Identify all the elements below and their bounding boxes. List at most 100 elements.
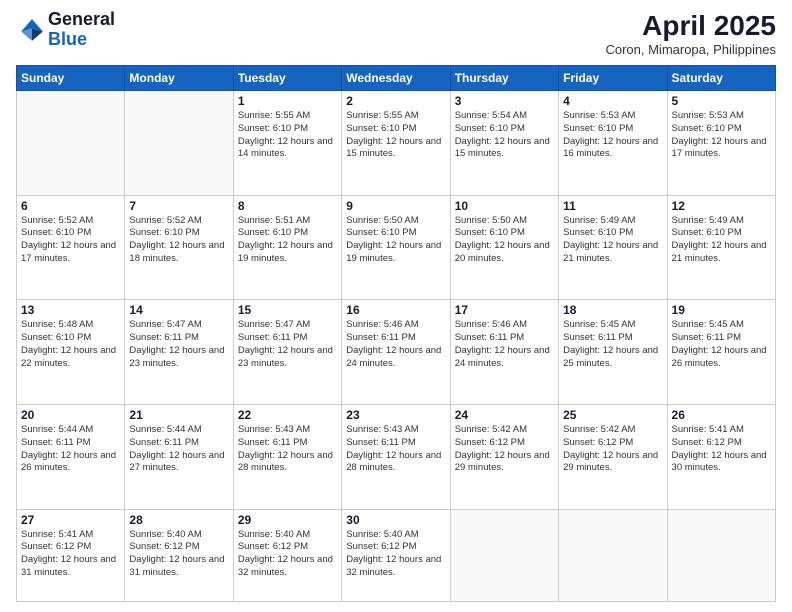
- day-number: 8: [238, 199, 337, 213]
- title-block: April 2025 Coron, Mimaropa, Philippines: [605, 10, 776, 57]
- day-info: Sunrise: 5:41 AMSunset: 6:12 PMDaylight:…: [672, 424, 771, 475]
- calendar-cell: [17, 91, 125, 196]
- calendar-cell: [125, 91, 233, 196]
- day-number: 27: [21, 513, 120, 527]
- calendar-cell: 22 Sunrise: 5:43 AMSunset: 6:11 PMDayligh…: [233, 404, 341, 509]
- logo-icon: [18, 16, 46, 44]
- day-of-week-thursday: Thursday: [450, 66, 558, 91]
- calendar-cell: [559, 509, 667, 601]
- day-info: Sunrise: 5:40 AMSunset: 6:12 PMDaylight:…: [129, 529, 228, 580]
- day-number: 18: [563, 303, 662, 317]
- day-number: 19: [672, 303, 771, 317]
- calendar-week-1: 1 Sunrise: 5:55 AMSunset: 6:10 PMDaylight…: [17, 91, 776, 196]
- logo: General Blue: [16, 10, 115, 50]
- calendar-cell: 2Sunrise: 5:55 AMSunset: 6:10 PMDaylight…: [342, 91, 450, 196]
- calendar-cell: 8 Sunrise: 5:51 AMSunset: 6:10 PMDaylight…: [233, 195, 341, 300]
- header: General Blue April 2025 Coron, Mimaropa,…: [16, 10, 776, 57]
- day-info: Sunrise: 5:55 AMSunset: 6:10 PMDaylight:…: [238, 110, 337, 161]
- calendar-table: SundayMondayTuesdayWednesdayThursdayFrid…: [16, 65, 776, 602]
- day-number: 21: [129, 408, 228, 422]
- calendar-cell: [450, 509, 558, 601]
- day-number: 13: [21, 303, 120, 317]
- day-info: Sunrise: 5:47 AMSunset: 6:11 PMDaylight:…: [238, 319, 337, 370]
- day-info: Sunrise: 5:40 AMSunset: 6:12 PMDaylight:…: [346, 529, 445, 580]
- calendar-cell: [667, 509, 775, 601]
- day-number: 14: [129, 303, 228, 317]
- day-info: Sunrise: 5:46 AMSunset: 6:11 PMDaylight:…: [455, 319, 554, 370]
- logo-blue-text: Blue: [48, 29, 87, 49]
- calendar-week-5: 27 Sunrise: 5:41 AMSunset: 6:12 PMDayligh…: [17, 509, 776, 601]
- calendar-cell: 7 Sunrise: 5:52 AMSunset: 6:10 PMDaylight…: [125, 195, 233, 300]
- page: General Blue April 2025 Coron, Mimaropa,…: [0, 0, 792, 612]
- day-info: Sunrise: 5:50 AMSunset: 6:10 PMDaylight:…: [455, 215, 554, 266]
- day-info: Sunrise: 5:45 AMSunset: 6:11 PMDaylight:…: [563, 319, 662, 370]
- day-info: Sunrise: 5:51 AMSunset: 6:10 PMDaylight:…: [238, 215, 337, 266]
- day-number: 4: [563, 94, 662, 108]
- day-info: Sunrise: 5:46 AMSunset: 6:11 PMDaylight:…: [346, 319, 445, 370]
- calendar-cell: 30 Sunrise: 5:40 AMSunset: 6:12 PMDayligh…: [342, 509, 450, 601]
- day-number: 26: [672, 408, 771, 422]
- day-number: 24: [455, 408, 554, 422]
- day-info: Sunrise: 5:52 AMSunset: 6:10 PMDaylight:…: [129, 215, 228, 266]
- day-number: 1: [238, 94, 337, 108]
- day-info: Sunrise: 5:44 AMSunset: 6:11 PMDaylight:…: [21, 424, 120, 475]
- day-info: Sunrise: 5:50 AMSunset: 6:10 PMDaylight:…: [346, 215, 445, 266]
- calendar-cell: 26 Sunrise: 5:41 AMSunset: 6:12 PMDayligh…: [667, 404, 775, 509]
- calendar-cell: 10 Sunrise: 5:50 AMSunset: 6:10 PMDayligh…: [450, 195, 558, 300]
- day-of-week-friday: Friday: [559, 66, 667, 91]
- calendar-cell: 4 Sunrise: 5:53 AMSunset: 6:10 PMDaylight…: [559, 91, 667, 196]
- day-info: Sunrise: 5:47 AMSunset: 6:11 PMDaylight:…: [129, 319, 228, 370]
- day-info: Sunrise: 5:42 AMSunset: 6:12 PMDaylight:…: [455, 424, 554, 475]
- day-number: 7: [129, 199, 228, 213]
- calendar-cell: 13Sunrise: 5:48 AMSunset: 6:10 PMDayligh…: [17, 300, 125, 405]
- day-info: Sunrise: 5:53 AMSunset: 6:10 PMDaylight:…: [672, 110, 771, 161]
- calendar-week-4: 20 Sunrise: 5:44 AMSunset: 6:11 PMDayligh…: [17, 404, 776, 509]
- calendar-cell: 27 Sunrise: 5:41 AMSunset: 6:12 PMDayligh…: [17, 509, 125, 601]
- day-info: Sunrise: 5:44 AMSunset: 6:11 PMDaylight:…: [129, 424, 228, 475]
- month-year: April 2025: [605, 10, 776, 42]
- calendar-cell: 12 Sunrise: 5:49 AMSunset: 6:10 PMDayligh…: [667, 195, 775, 300]
- day-info: Sunrise: 5:41 AMSunset: 6:12 PMDaylight:…: [21, 529, 120, 580]
- calendar-cell: 21 Sunrise: 5:44 AMSunset: 6:11 PMDayligh…: [125, 404, 233, 509]
- day-info: Sunrise: 5:40 AMSunset: 6:12 PMDaylight:…: [238, 529, 337, 580]
- calendar-cell: 5Sunrise: 5:53 AMSunset: 6:10 PMDaylight…: [667, 91, 775, 196]
- calendar-header-row: SundayMondayTuesdayWednesdayThursdayFrid…: [17, 66, 776, 91]
- day-number: 10: [455, 199, 554, 213]
- calendar-cell: 18 Sunrise: 5:45 AMSunset: 6:11 PMDayligh…: [559, 300, 667, 405]
- day-number: 6: [21, 199, 120, 213]
- calendar-cell: 24 Sunrise: 5:42 AMSunset: 6:12 PMDayligh…: [450, 404, 558, 509]
- day-info: Sunrise: 5:42 AMSunset: 6:12 PMDaylight:…: [563, 424, 662, 475]
- day-number: 12: [672, 199, 771, 213]
- day-of-week-tuesday: Tuesday: [233, 66, 341, 91]
- day-number: 15: [238, 303, 337, 317]
- day-number: 9: [346, 199, 445, 213]
- calendar-cell: 1 Sunrise: 5:55 AMSunset: 6:10 PMDaylight…: [233, 91, 341, 196]
- day-number: 22: [238, 408, 337, 422]
- calendar-cell: 16 Sunrise: 5:46 AMSunset: 6:11 PMDayligh…: [342, 300, 450, 405]
- calendar-cell: 9 Sunrise: 5:50 AMSunset: 6:10 PMDaylight…: [342, 195, 450, 300]
- day-of-week-wednesday: Wednesday: [342, 66, 450, 91]
- day-info: Sunrise: 5:49 AMSunset: 6:10 PMDaylight:…: [563, 215, 662, 266]
- day-number: 16: [346, 303, 445, 317]
- calendar-cell: 3 Sunrise: 5:54 AMSunset: 6:10 PMDaylight…: [450, 91, 558, 196]
- day-info: Sunrise: 5:43 AMSunset: 6:11 PMDaylight:…: [238, 424, 337, 475]
- day-number: 30: [346, 513, 445, 527]
- day-info: Sunrise: 5:52 AMSunset: 6:10 PMDaylight:…: [21, 215, 120, 266]
- day-number: 20: [21, 408, 120, 422]
- day-info: Sunrise: 5:43 AMSunset: 6:11 PMDaylight:…: [346, 424, 445, 475]
- calendar-cell: 20 Sunrise: 5:44 AMSunset: 6:11 PMDayligh…: [17, 404, 125, 509]
- day-of-week-saturday: Saturday: [667, 66, 775, 91]
- calendar-cell: 6 Sunrise: 5:52 AMSunset: 6:10 PMDaylight…: [17, 195, 125, 300]
- day-info: Sunrise: 5:53 AMSunset: 6:10 PMDaylight:…: [563, 110, 662, 161]
- location: Coron, Mimaropa, Philippines: [605, 42, 776, 57]
- day-info: Sunrise: 5:49 AMSunset: 6:10 PMDaylight:…: [672, 215, 771, 266]
- calendar-cell: 19 Sunrise: 5:45 AMSunset: 6:11 PMDayligh…: [667, 300, 775, 405]
- day-number: 29: [238, 513, 337, 527]
- day-info: Sunrise: 5:45 AMSunset: 6:11 PMDaylight:…: [672, 319, 771, 370]
- day-number: 23: [346, 408, 445, 422]
- calendar-cell: 23 Sunrise: 5:43 AMSunset: 6:11 PMDayligh…: [342, 404, 450, 509]
- day-of-week-sunday: Sunday: [17, 66, 125, 91]
- day-number: 11: [563, 199, 662, 213]
- day-number: 3: [455, 94, 554, 108]
- day-info: Sunrise: 5:54 AMSunset: 6:10 PMDaylight:…: [455, 110, 554, 161]
